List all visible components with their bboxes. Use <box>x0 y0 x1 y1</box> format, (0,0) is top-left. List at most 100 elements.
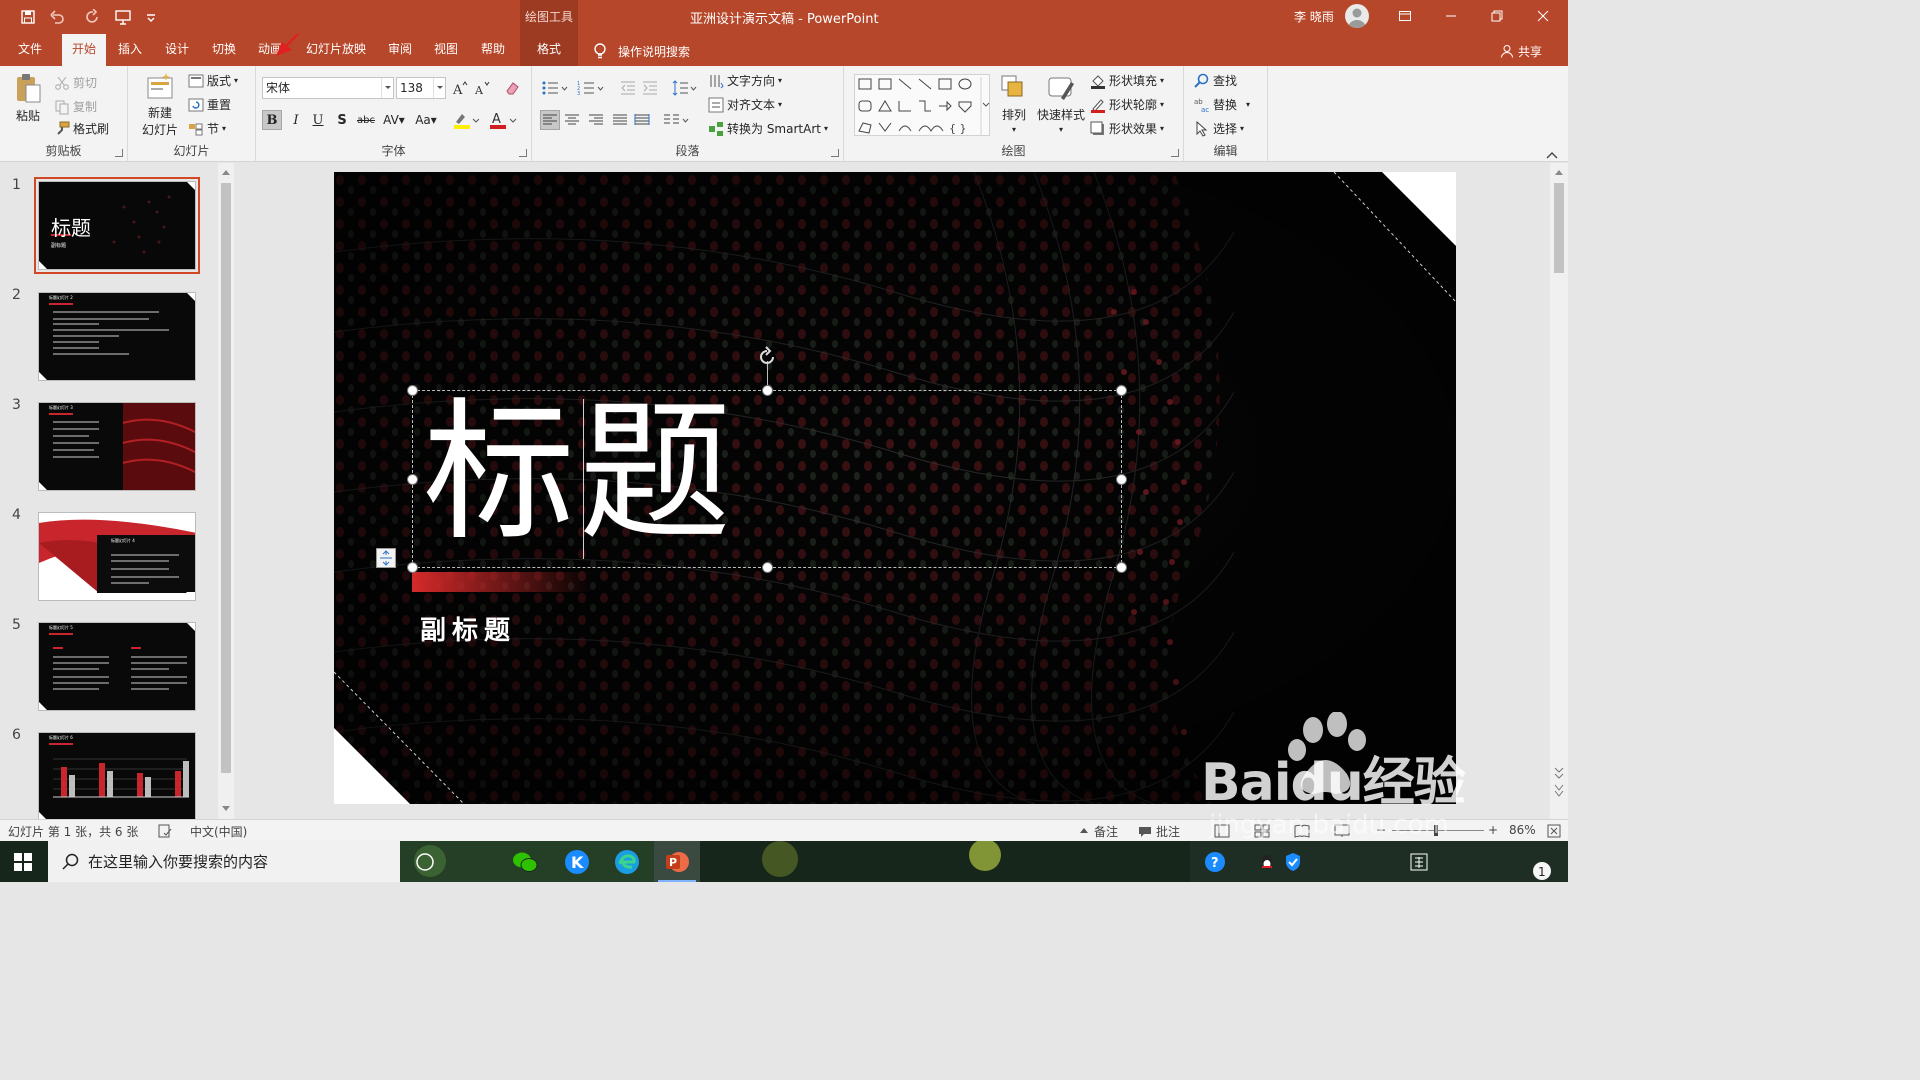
numbering-button[interactable]: 123 <box>576 78 606 98</box>
shape-outline-button[interactable]: 形状轮廓 ▾ <box>1090 96 1164 113</box>
resize-handle[interactable] <box>1116 385 1127 396</box>
replace-button[interactable]: ab ac 替换 ▾ <box>1194 96 1250 113</box>
reset-button[interactable]: 重置 <box>188 96 231 113</box>
thumbnail-slide-1[interactable]: 标题 副标题 <box>34 177 200 274</box>
paste-button[interactable]: 粘贴 <box>8 72 48 124</box>
comments-button[interactable]: 批注 <box>1138 823 1180 840</box>
taskbar-powerpoint-active[interactable]: P <box>654 841 700 882</box>
shape-effects-button[interactable]: 形状效果 ▾ <box>1090 120 1164 137</box>
find-button[interactable]: 查找 <box>1194 72 1237 89</box>
resize-handle[interactable] <box>1116 474 1127 485</box>
share-button[interactable]: 共享 <box>1500 40 1542 62</box>
clipboard-launcher-icon[interactable] <box>115 149 123 157</box>
thumbnail-slide-6[interactable]: 标题幻灯片 6 <box>38 732 196 821</box>
zoom-level[interactable]: 86% <box>1509 823 1536 837</box>
layout-button[interactable]: 版式 ▾ <box>188 72 238 89</box>
text-direction-button[interactable]: 文字方向 ▾ <box>708 72 782 89</box>
tab-design[interactable]: 设计 <box>155 34 199 66</box>
thumbnail-slide-4[interactable]: 标题幻灯片 4 <box>38 512 196 601</box>
align-center-button[interactable] <box>562 110 582 130</box>
decrease-font-size-button[interactable]: A <box>472 78 492 98</box>
tab-home[interactable]: 开始 <box>62 34 106 66</box>
notification-icon[interactable]: 1 <box>1532 861 1552 881</box>
zoom-out-button[interactable]: − <box>1376 823 1386 837</box>
highlight-color-button[interactable] <box>452 110 480 130</box>
fit-to-window-icon[interactable] <box>1547 824 1561 838</box>
section-button[interactable]: 节 ▾ <box>188 120 226 137</box>
tell-me-search[interactable]: 操作说明搜索 <box>592 40 690 62</box>
align-text-button[interactable]: 对齐文本 ▾ <box>708 96 782 113</box>
slideshow-view-icon[interactable] <box>1334 824 1350 838</box>
kugou-icon[interactable]: K <box>564 849 590 875</box>
align-left-button[interactable] <box>540 110 560 130</box>
resize-handle[interactable] <box>762 562 773 573</box>
restore-icon[interactable] <box>1474 0 1520 32</box>
edge-browser-icon[interactable] <box>614 849 640 875</box>
arrange-button[interactable]: 排列 ▾ <box>996 72 1032 134</box>
align-right-button[interactable] <box>586 110 606 130</box>
tab-format[interactable]: 格式 <box>520 34 578 66</box>
convert-smartart-button[interactable]: 转换为 SmartArt ▾ <box>708 120 828 137</box>
title-placeholder[interactable]: 标题 <box>407 346 1127 573</box>
tab-review[interactable]: 审阅 <box>378 34 422 66</box>
shape-fill-button[interactable]: 形状填充 ▾ <box>1090 72 1164 89</box>
ribbon-display-options-icon[interactable] <box>1382 0 1428 32</box>
resize-handle[interactable] <box>1116 562 1127 573</box>
text-shadow-button[interactable]: S <box>332 110 352 130</box>
resize-handle[interactable] <box>407 385 418 396</box>
rotate-handle-icon[interactable] <box>755 345 779 369</box>
slide-scrollbar[interactable] <box>1550 163 1568 819</box>
language-indicator[interactable]: 中文(中国) <box>190 823 247 840</box>
tab-view[interactable]: 视图 <box>424 34 468 66</box>
zoom-in-button[interactable]: + <box>1488 823 1498 837</box>
strikethrough-button[interactable]: abc <box>354 110 378 130</box>
distributed-button[interactable] <box>632 110 652 130</box>
start-slideshow-icon[interactable] <box>112 6 134 28</box>
slide-subtitle[interactable]: 副标题 <box>420 610 516 647</box>
increase-indent-button[interactable] <box>640 78 660 98</box>
line-spacing-button[interactable] <box>672 78 698 98</box>
user-name[interactable]: 李 晓雨 <box>1294 8 1334 25</box>
thumbnail-slide-3[interactable]: 标题幻灯片 3 <box>38 402 196 491</box>
undo-icon[interactable] <box>46 6 68 28</box>
italic-button[interactable]: I <box>286 110 306 130</box>
character-spacing-button[interactable]: AV▾ <box>380 110 408 130</box>
underline-button[interactable]: U <box>308 110 328 130</box>
normal-view-icon[interactable] <box>1214 824 1230 838</box>
taskbar-search[interactable]: 在这里输入你要搜索的内容 <box>48 841 400 882</box>
clear-formatting-button[interactable] <box>502 78 522 98</box>
thumbnail-scrollbar[interactable] <box>218 163 234 819</box>
drawing-launcher-icon[interactable] <box>1171 149 1179 157</box>
shapes-gallery[interactable]: { } <box>854 74 990 136</box>
decrease-indent-button[interactable] <box>618 78 638 98</box>
font-name-dropdown[interactable]: 宋体 <box>262 77 394 99</box>
format-painter-button[interactable]: 格式刷 <box>54 120 109 137</box>
slide-sorter-icon[interactable] <box>1254 824 1270 838</box>
copy-button[interactable]: 复制 <box>54 98 97 115</box>
thumbnail-slide-2[interactable]: 标题幻灯片 2 <box>38 292 196 381</box>
quick-styles-button[interactable]: 快速样式 ▾ <box>1034 72 1088 134</box>
redo-icon[interactable] <box>82 6 104 28</box>
paragraph-launcher-icon[interactable] <box>831 149 839 157</box>
autofit-options-icon[interactable] <box>376 548 396 568</box>
minimize-icon[interactable] <box>1428 0 1474 32</box>
justify-button[interactable] <box>610 110 630 130</box>
resize-handle[interactable] <box>762 385 773 396</box>
avatar[interactable] <box>1345 4 1369 28</box>
spelling-check-icon[interactable] <box>158 824 172 838</box>
increase-font-size-button[interactable]: A <box>450 78 470 98</box>
reading-view-icon[interactable] <box>1294 824 1310 838</box>
customize-qat-icon[interactable] <box>140 6 162 28</box>
help-icon[interactable]: ? <box>1204 851 1226 873</box>
zoom-slider-thumb[interactable] <box>1434 825 1438 836</box>
close-icon[interactable] <box>1520 0 1566 32</box>
windows-start-icon[interactable] <box>14 853 32 871</box>
save-icon[interactable] <box>17 6 39 28</box>
input-method-icon[interactable] <box>1410 853 1428 871</box>
font-size-dropdown[interactable]: 138 <box>396 77 446 99</box>
qq-icon[interactable] <box>1258 853 1276 871</box>
new-slide-button[interactable]: 新建 幻灯片 <box>136 72 184 138</box>
slide-title[interactable]: 标题 <box>423 383 735 563</box>
collapse-ribbon-icon[interactable] <box>1546 148 1558 162</box>
resize-handle[interactable] <box>407 474 418 485</box>
